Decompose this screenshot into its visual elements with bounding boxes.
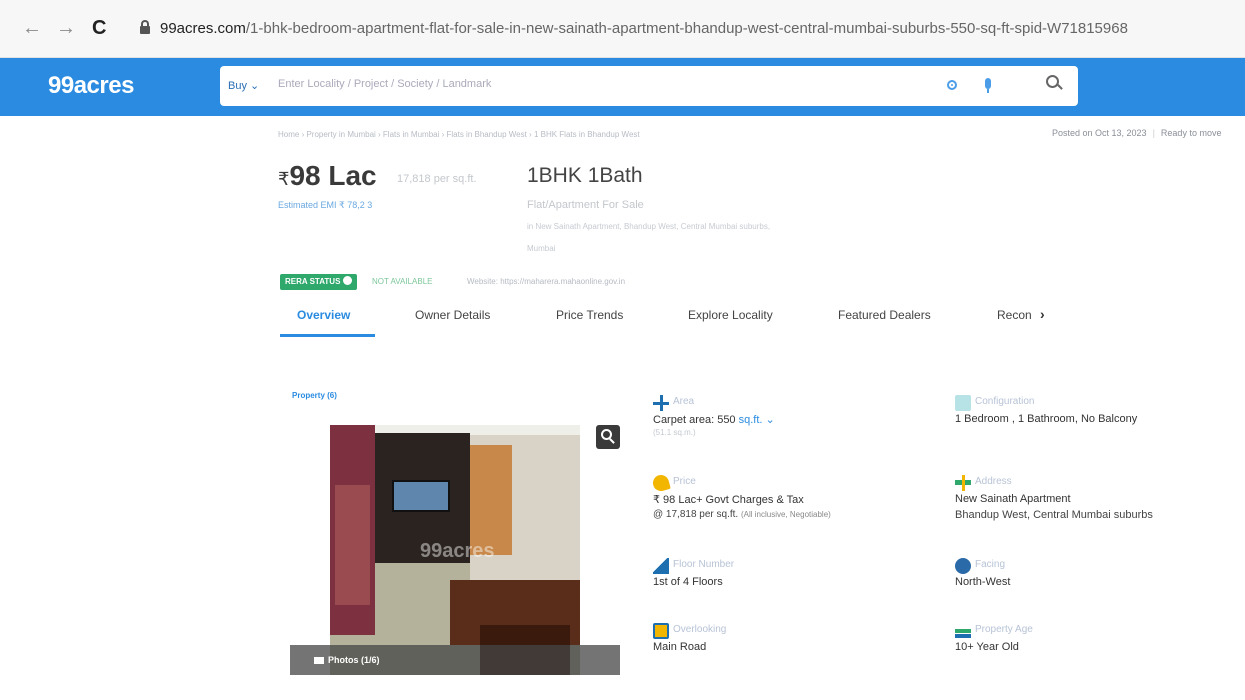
rera-status-value: NOT AVAILABLE [372,277,433,286]
rera-label: RERA STATUS [285,277,341,286]
property-age-label: Property Age [975,624,1033,635]
listing-location: in New Sainath Apartment, Bhandup West, … [527,222,771,231]
price-per-sqft-detail: @ 17,818 per sq.ft. (All inclusive, Nego… [653,509,831,520]
facing-attribute: Facing North-West [955,558,1225,598]
forward-arrow-icon[interactable]: → [56,18,76,38]
property-type: Flat/Apartment For Sale [527,199,644,211]
tab-recommendations[interactable]: Recon [997,308,1032,322]
area-icon [653,395,669,411]
window-icon [653,623,669,639]
info-icon[interactable] [343,276,353,285]
reload-icon[interactable]: C [92,18,106,38]
configuration-label: Configuration [975,396,1035,407]
tabs-next-chevron-icon[interactable]: › [1040,306,1045,322]
camera-icon [314,657,324,664]
rera-status-badge: RERA STATUS [280,274,358,290]
tab-owner-details[interactable]: Owner Details [415,308,490,322]
price-tag-icon [651,473,671,493]
posted-info: Posted on Oct 13, 2023 | Ready to move [1052,128,1222,138]
facing-label: Facing [975,559,1006,570]
tab-price-trends[interactable]: Price Trends [556,308,623,322]
address-value: New Sainath Apartment [955,493,1071,505]
section-tabs: Overview Owner Details Price Trends Expl… [280,302,1245,338]
tab-explore-locality[interactable]: Explore Locality [688,308,773,322]
building-icon [955,395,971,411]
search-bar: Buy ⌄ [220,66,1078,106]
price-detail: ₹ 98 Lac+ Govt Charges & Tax [653,494,804,506]
location-target-icon[interactable] [947,80,957,90]
back-arrow-icon[interactable]: ← [22,18,42,38]
listing-city: Mumbai [527,244,556,253]
property-age-value: 10+ Year Old [955,641,1019,653]
address-label: Address [975,476,1012,487]
site-logo[interactable]: 99acres [48,72,134,100]
listing-price: ₹98 Lac [278,160,377,192]
area-label: Area [673,396,695,407]
buy-dropdown[interactable]: Buy ⌄ [228,79,259,92]
possession-status: Ready to move [1160,128,1222,138]
overlooking-value: Main Road [653,641,707,653]
currency-symbol: ₹ [278,169,290,189]
tab-featured-dealers[interactable]: Featured Dealers [838,308,931,322]
area-unit-dropdown[interactable]: sq.ft. ⌄ [739,414,775,426]
stairs-icon [653,558,669,574]
estimated-emi-link[interactable]: Estimated EMI ₹ 78,2 3 [278,200,372,211]
rera-website-link[interactable]: Website: https://maharera.mahaonline.gov… [467,277,625,286]
address-bar[interactable]: 99acres.com/1-bhk-bedroom-apartment-flat… [160,20,1128,37]
cake-icon [955,623,971,639]
search-icon[interactable] [1046,75,1063,93]
search-input[interactable] [278,78,878,90]
lock-icon [140,20,150,34]
browser-toolbar: ← → C 99acres.com/1-bhk-bedroom-apartmen… [0,0,1245,58]
tab-overview[interactable]: Overview [297,308,350,322]
price-attribute: Price ₹ 98 Lac+ Govt Charges & Tax @ 17,… [651,473,943,525]
microphone-icon[interactable] [985,78,991,93]
compass-icon [955,558,971,574]
address-attribute: Address New Sainath Apartment Bhandup We… [955,475,1240,525]
property-photo[interactable]: 99acres [330,425,580,675]
address-locality: Bhandup West, Central Mumbai suburbs [955,509,1153,521]
price-label: Price [673,476,696,487]
configuration-attribute: Configuration 1 Bedroom , 1 Bathroom, No… [955,395,1235,435]
facing-value: North-West [955,576,1011,588]
signpost-icon [955,475,971,491]
photo-watermark: 99acres [420,540,495,562]
url-path: /1-bhk-bedroom-apartment-flat-for-sale-i… [245,20,1128,37]
floor-attribute: Floor Number 1st of 4 Floors [653,558,923,598]
overlooking-label: Overlooking [673,624,727,635]
zoom-in-icon[interactable] [596,425,620,449]
photo-caption-bar[interactable]: Photos (1/6) [290,645,620,675]
price-per-sqft: 17,818 per sq.ft. [397,173,477,185]
floor-value: 1st of 4 Floors [653,576,723,588]
site-header: 99acres Buy ⌄ [0,58,1245,116]
overlooking-attribute: Overlooking Main Road [653,623,923,663]
photos-counter: Photos (1/6) [314,655,380,665]
url-host: 99acres.com [160,20,246,37]
breadcrumb[interactable]: Home › Property in Mumbai › Flats in Mum… [278,130,640,139]
property-photo-count[interactable]: Property (6) [292,391,337,400]
active-tab-underline [280,334,375,337]
area-value: Carpet area: 550 sq.ft. ⌄ [653,414,775,426]
price-value: 98 Lac [289,160,377,191]
area-attribute: Area Carpet area: 550 sq.ft. ⌄ (51.1 sq.… [653,395,923,445]
posted-date: Posted on Oct 13, 2023 [1052,128,1147,138]
floor-label: Floor Number [673,559,735,570]
property-age-attribute: Property Age 10+ Year Old [955,623,1225,663]
configuration-value: 1 Bedroom , 1 Bathroom, No Balcony [955,413,1138,425]
area-sqm: (51.1 sq.m.) [653,428,696,437]
bhk-title: 1BHK 1Bath [527,164,643,187]
